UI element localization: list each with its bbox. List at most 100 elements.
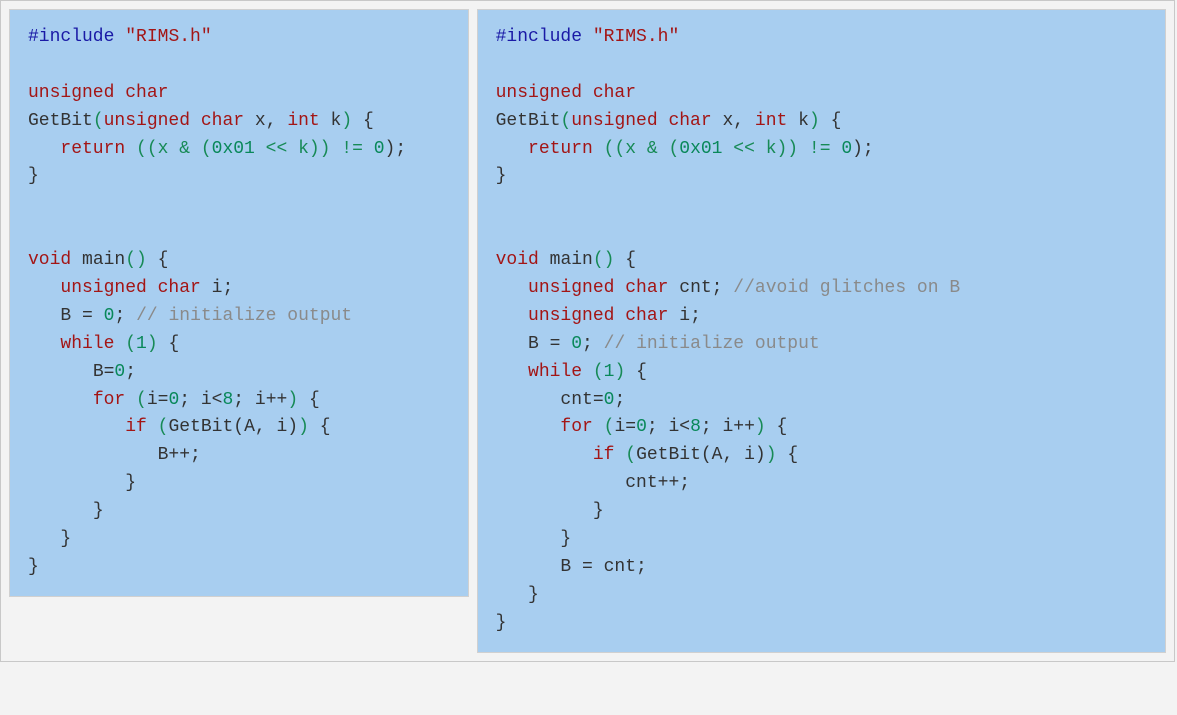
brace: } <box>593 501 604 521</box>
for-cond: ; i< <box>179 390 222 410</box>
param-type: unsigned char <box>104 111 244 131</box>
stmt: cnt++; <box>625 473 690 493</box>
include-directive: #include <box>28 27 114 47</box>
brace: } <box>496 613 507 633</box>
stmt: B = cnt; <box>560 557 646 577</box>
stmt: B++; <box>158 445 201 465</box>
for-cond: ; i< <box>647 417 690 437</box>
semi: ; <box>222 278 233 298</box>
param: x <box>255 111 266 131</box>
semi: ; <box>690 306 701 326</box>
one: 1 <box>136 334 147 354</box>
zero: 0 <box>604 390 615 410</box>
expr: ((x & ( <box>604 139 680 159</box>
param: x <box>722 111 733 131</box>
brace: } <box>560 529 571 549</box>
open-paren: ( <box>93 111 104 131</box>
parens: () <box>125 250 147 270</box>
open-paren: ( <box>158 417 169 437</box>
assign: B= <box>93 362 115 382</box>
semi: ; <box>614 390 625 410</box>
for-init: i= <box>147 390 169 410</box>
open-paren: ( <box>136 390 147 410</box>
code-block-left: #include "RIMS.h" unsigned char GetBit(u… <box>9 9 469 597</box>
brace: } <box>28 557 39 577</box>
brace: { <box>831 111 842 131</box>
close-paren: ) <box>298 417 309 437</box>
comma: , <box>733 111 744 131</box>
expr: << k)) != <box>722 139 841 159</box>
semi: ; <box>582 334 593 354</box>
close-paren: ) <box>287 390 298 410</box>
fn-name: GetBit <box>28 111 93 131</box>
return-kw: return <box>528 139 593 159</box>
zero: 0 <box>104 306 115 326</box>
if-call: GetBit(A, i) <box>168 417 298 437</box>
param-type: unsigned char <box>571 111 711 131</box>
eight: 8 <box>222 390 233 410</box>
for-iter: ; i++ <box>233 390 287 410</box>
zero: 0 <box>571 334 582 354</box>
brace: { <box>636 362 647 382</box>
close-paren: ) <box>755 417 766 437</box>
include-header: "RIMS.h" <box>593 27 679 47</box>
if-kw: if <box>593 445 615 465</box>
main-name: main <box>82 250 125 270</box>
brace: { <box>787 445 798 465</box>
void-kw: void <box>496 250 539 270</box>
semi: ; <box>114 306 125 326</box>
assign: cnt= <box>560 390 603 410</box>
parens: () <box>593 250 615 270</box>
brace: } <box>528 585 539 605</box>
semi: ; <box>125 362 136 382</box>
brace: } <box>28 166 39 186</box>
code-compare-container: #include "RIMS.h" unsigned char GetBit(u… <box>0 0 1175 662</box>
decl-var: cnt <box>679 278 711 298</box>
expr-tail: ); <box>385 139 407 159</box>
brace: } <box>60 529 71 549</box>
open-paren: ( <box>125 334 136 354</box>
zero: 0 <box>841 139 852 159</box>
hex-literal: 0x01 <box>212 139 255 159</box>
while-kw: while <box>60 334 114 354</box>
open-paren: ( <box>625 445 636 465</box>
for-init: i= <box>614 417 636 437</box>
expr: << k)) != <box>255 139 374 159</box>
assign-lhs: B = <box>60 306 103 326</box>
eight: 8 <box>690 417 701 437</box>
comma: , <box>266 111 277 131</box>
brace: { <box>777 417 788 437</box>
close-paren: ) <box>614 362 625 382</box>
param-type: int <box>287 111 319 131</box>
void-kw: void <box>28 250 71 270</box>
fn-return-type: unsigned char <box>28 83 168 103</box>
brace: { <box>309 390 320 410</box>
expr: ((x & ( <box>136 139 212 159</box>
fn-return-type: unsigned char <box>496 83 636 103</box>
close-paren: ) <box>809 111 820 131</box>
brace: } <box>125 473 136 493</box>
decl-var: i <box>212 278 223 298</box>
if-call: GetBit(A, i) <box>636 445 766 465</box>
while-kw: while <box>528 362 582 382</box>
code-block-right: #include "RIMS.h" unsigned char GetBit(u… <box>477 9 1166 653</box>
close-paren: ) <box>147 334 158 354</box>
brace: } <box>93 501 104 521</box>
hex-literal: 0x01 <box>679 139 722 159</box>
open-paren: ( <box>604 417 615 437</box>
open-paren: ( <box>593 362 604 382</box>
if-kw: if <box>125 417 147 437</box>
param-type: int <box>755 111 787 131</box>
close-paren: ) <box>766 445 777 465</box>
zero: 0 <box>374 139 385 159</box>
semi: ; <box>712 278 723 298</box>
close-paren: ) <box>341 111 352 131</box>
brace: { <box>168 334 179 354</box>
brace: } <box>496 166 507 186</box>
brace: { <box>363 111 374 131</box>
zero: 0 <box>114 362 125 382</box>
comment: // initialize output <box>604 334 820 354</box>
comment: // initialize output <box>136 306 352 326</box>
for-kw: for <box>560 417 592 437</box>
include-header: "RIMS.h" <box>125 27 211 47</box>
